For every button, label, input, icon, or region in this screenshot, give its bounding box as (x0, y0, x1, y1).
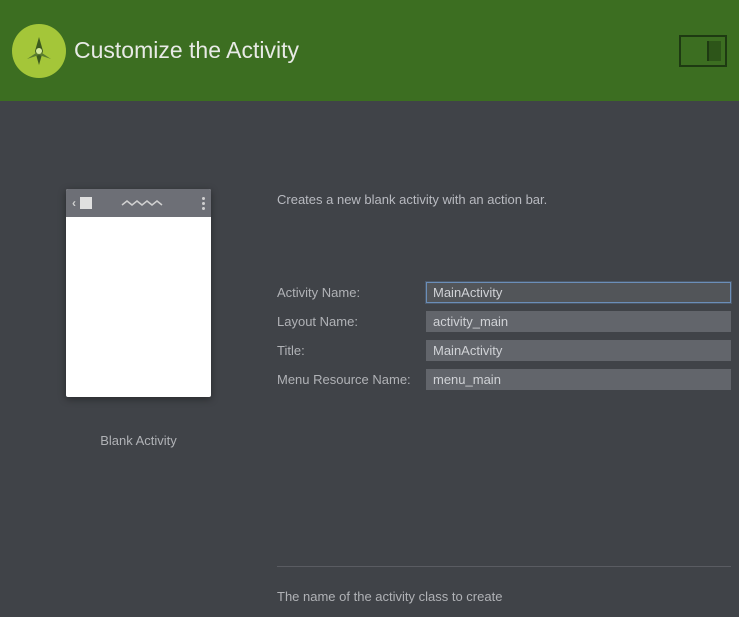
field-label: Menu Resource Name: (277, 372, 426, 387)
field-input-layout-name[interactable] (426, 311, 731, 332)
preview-actionbar: ‹ (66, 189, 211, 217)
title-placeholder-icon (100, 199, 194, 207)
preview-label: Blank Activity (100, 433, 177, 448)
android-studio-logo (12, 24, 66, 78)
field-label: Layout Name: (277, 314, 426, 329)
field-label: Activity Name: (277, 285, 426, 300)
back-icon: ‹ (72, 196, 76, 210)
form-row: Activity Name: (277, 282, 731, 303)
app-icon-placeholder (80, 197, 92, 209)
form-row: Layout Name: (277, 311, 731, 332)
description-text: Creates a new blank activity with an act… (277, 192, 731, 207)
compass-icon (21, 33, 57, 69)
divider (277, 566, 731, 567)
wizard-header: Customize the Activity (0, 0, 739, 101)
field-input-menu-resource-name[interactable] (426, 369, 731, 390)
form-row: Title: (277, 340, 731, 361)
overflow-menu-icon (202, 197, 205, 210)
field-hint: The name of the activity class to create (277, 589, 731, 604)
wizard-title: Customize the Activity (74, 37, 299, 64)
activity-preview: ‹ (66, 189, 211, 397)
field-input-activity-name[interactable] (426, 282, 731, 303)
field-input-title[interactable] (426, 340, 731, 361)
preview-column: ‹ Blank Activity (0, 101, 277, 604)
field-label: Title: (277, 343, 426, 358)
form-row: Menu Resource Name: (277, 369, 731, 390)
wizard-body: ‹ Blank Activity Creates a new blank act… (0, 101, 739, 604)
form-column: Creates a new blank activity with an act… (277, 101, 739, 604)
layout-preview-icon (679, 35, 727, 67)
